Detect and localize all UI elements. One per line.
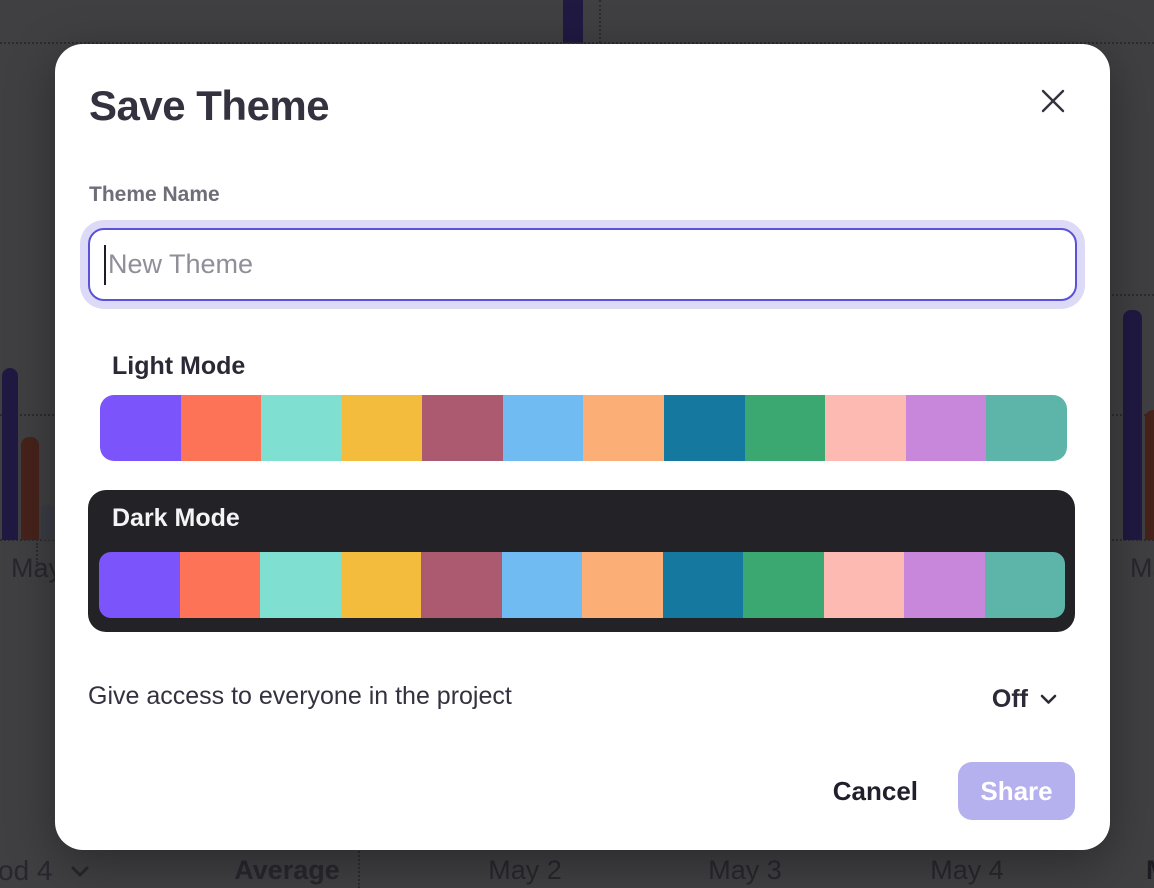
close-icon — [1040, 88, 1066, 114]
palette-swatch — [421, 552, 502, 618]
palette-swatch — [583, 395, 664, 461]
cancel-button[interactable]: Cancel — [833, 776, 918, 807]
background-bar — [41, 505, 54, 540]
access-label: Give access to everyone in the project — [88, 682, 512, 711]
text-caret — [104, 245, 106, 285]
palette-swatch — [503, 395, 584, 461]
palette-swatch — [181, 395, 262, 461]
palette-swatch — [906, 395, 987, 461]
close-button[interactable] — [1033, 81, 1073, 121]
axis-label: Average — [234, 855, 340, 886]
palette-swatch — [664, 395, 745, 461]
palette-swatch — [502, 552, 583, 618]
palette-swatch — [824, 552, 905, 618]
theme-name-label: Theme Name — [89, 183, 220, 207]
palette-swatch — [341, 552, 422, 618]
light-mode-label: Light Mode — [112, 352, 245, 381]
axis-label: Ma — [1130, 553, 1154, 584]
palette-swatch — [261, 395, 342, 461]
background-gridline — [1108, 294, 1154, 296]
palette-swatch — [663, 552, 744, 618]
background-bar — [563, 0, 583, 43]
axis-label: May 2 — [488, 855, 562, 886]
dark-mode-card: Dark Mode — [88, 490, 1075, 632]
palette-swatch — [985, 552, 1066, 618]
palette-swatch — [260, 552, 341, 618]
access-dropdown-value: Off — [992, 685, 1028, 714]
light-mode-palette — [100, 395, 1067, 461]
access-dropdown[interactable]: Off — [992, 680, 1057, 718]
chevron-down-icon — [1040, 694, 1057, 705]
axis-label: May 4 — [930, 855, 1004, 886]
dialog-title: Save Theme — [89, 82, 329, 130]
chevron-down-icon — [71, 866, 89, 877]
palette-swatch — [100, 395, 181, 461]
background-bar — [1145, 410, 1154, 540]
palette-swatch — [180, 552, 261, 618]
background-gridline — [599, 0, 601, 43]
palette-swatch — [743, 552, 824, 618]
palette-swatch — [422, 395, 503, 461]
period-dropdown: od 4 — [0, 855, 89, 887]
background-bar — [2, 368, 18, 540]
axis-label: May 3 — [708, 855, 782, 886]
palette-swatch — [825, 395, 906, 461]
palette-swatch — [99, 552, 180, 618]
save-theme-dialog: Save Theme Theme Name Light Mode Dark Mo… — [55, 44, 1110, 850]
dialog-footer: Cancel Share — [833, 762, 1075, 820]
share-button[interactable]: Share — [958, 762, 1075, 820]
background-bar — [21, 437, 39, 540]
theme-name-input[interactable] — [88, 228, 1077, 301]
background-bar — [1123, 310, 1142, 540]
dark-mode-palette — [99, 552, 1065, 618]
background-separator — [358, 848, 360, 888]
palette-swatch — [904, 552, 985, 618]
period-dropdown-label: od 4 — [0, 855, 53, 887]
palette-swatch — [342, 395, 423, 461]
palette-swatch — [986, 395, 1067, 461]
dark-mode-label: Dark Mode — [112, 504, 240, 533]
palette-swatch — [582, 552, 663, 618]
axis-label: M — [1146, 855, 1154, 886]
palette-swatch — [745, 395, 826, 461]
